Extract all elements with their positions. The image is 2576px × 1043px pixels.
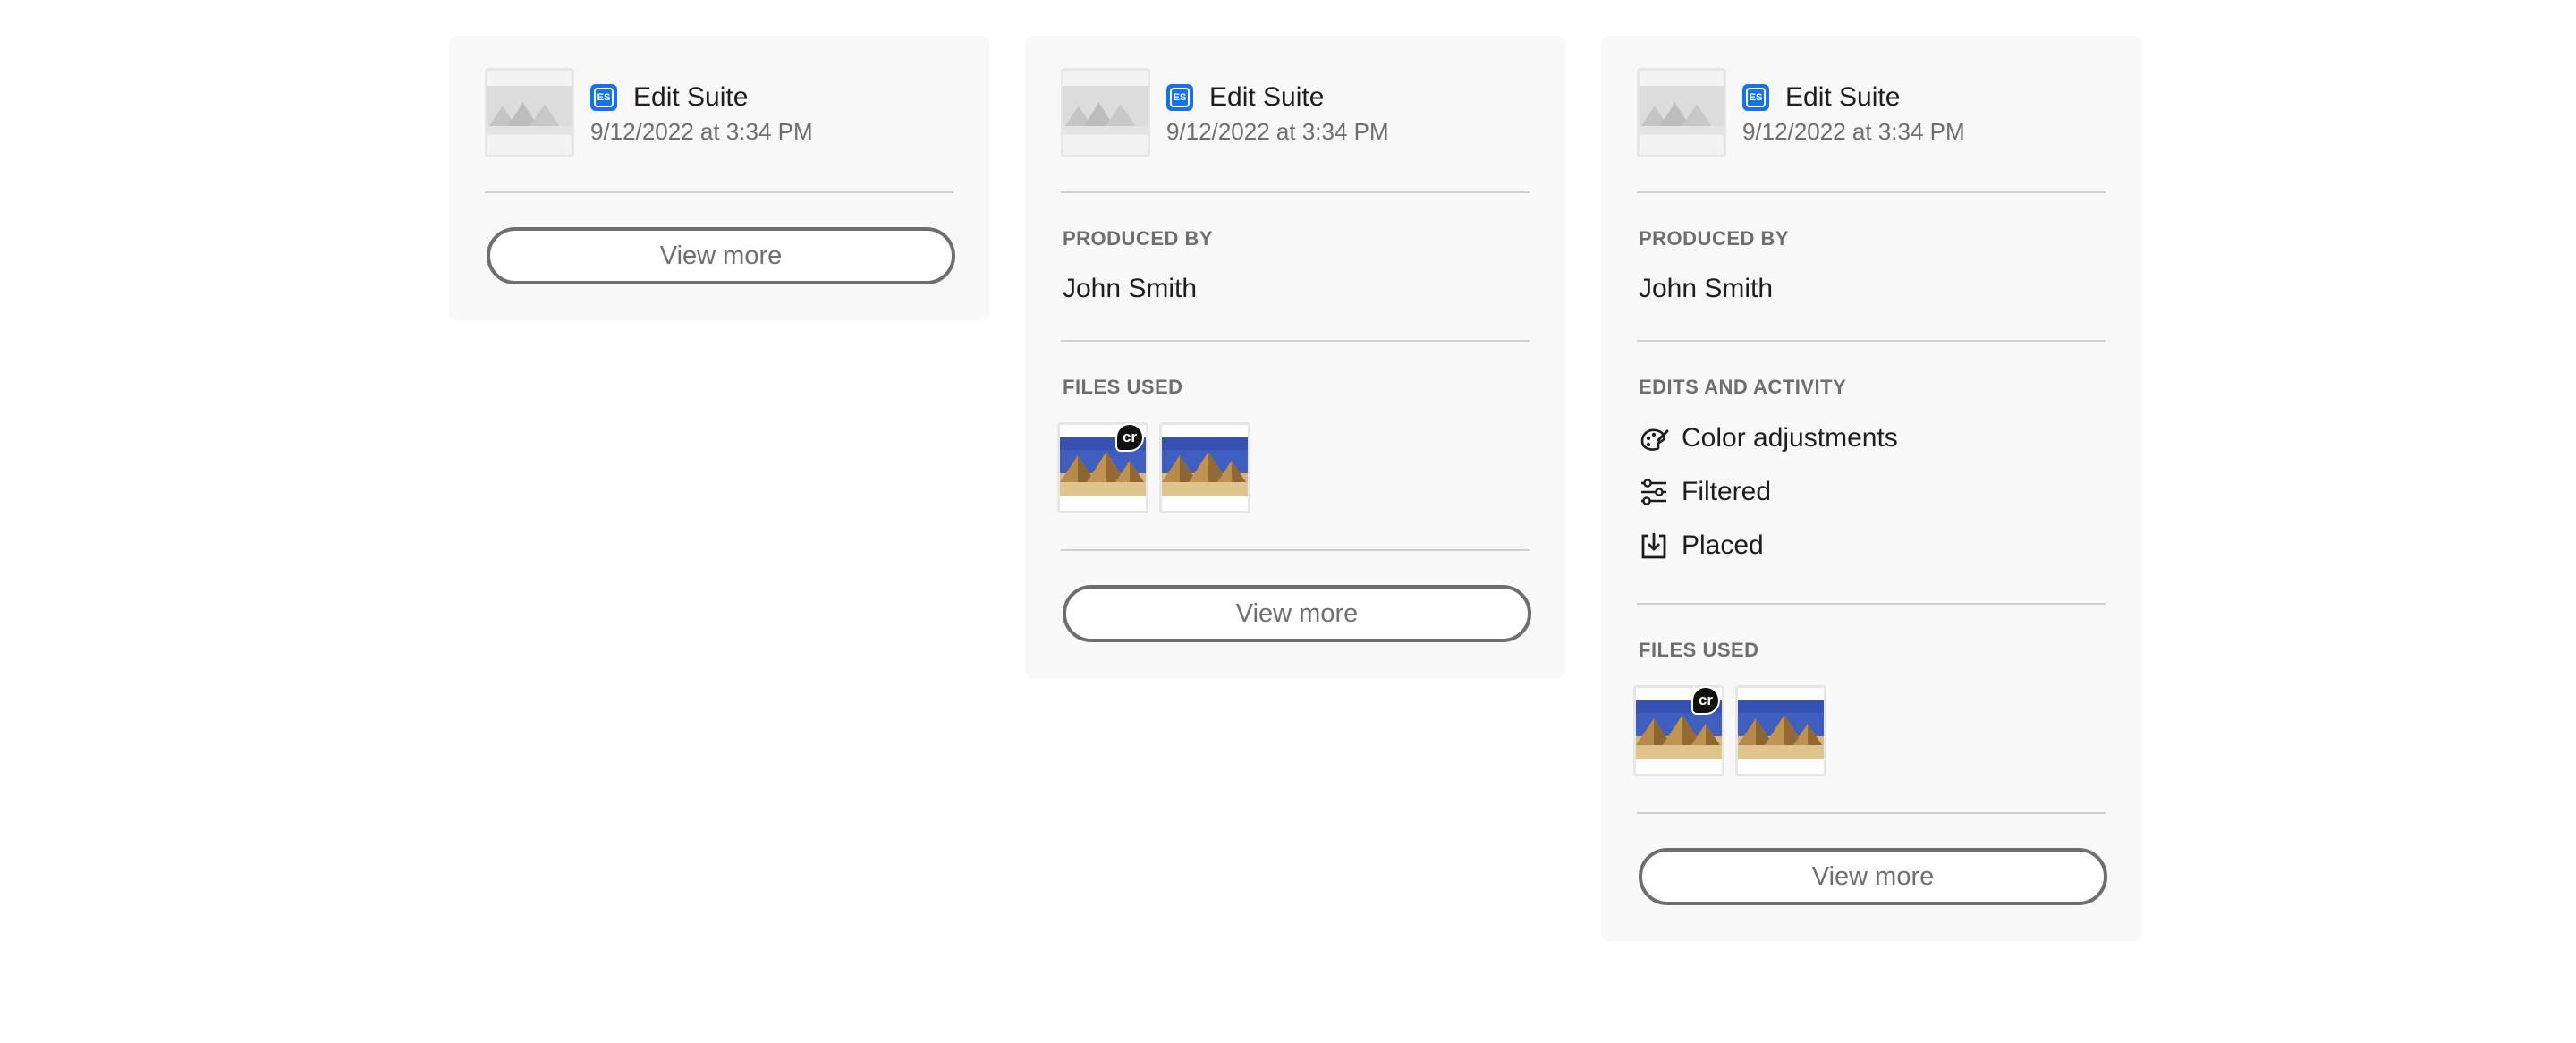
activity-item-filtered: Filtered <box>1639 465 2104 519</box>
credential-card-compact: ES Edit Suite 9/12/2022 at 3:34 PM View … <box>449 36 989 320</box>
content-credentials-cards: ES Edit Suite 9/12/2022 at 3:34 PM View … <box>0 0 2576 1043</box>
file-thumbnail[interactable] <box>1159 422 1250 513</box>
color-palette-icon <box>1639 423 1669 454</box>
view-more-button[interactable]: View more <box>487 227 955 284</box>
produced-by-section: PRODUCED BY John Smith <box>1637 193 2106 340</box>
card-header: ES Edit Suite 9/12/2022 at 3:34 PM <box>1061 68 1530 163</box>
produced-by-section: PRODUCED BY John Smith <box>1061 193 1530 340</box>
content-credentials-cr-icon: cr <box>1691 686 1720 715</box>
view-more-button[interactable]: View more <box>1063 585 1531 642</box>
asset-thumbnail <box>1637 68 1726 157</box>
faded-pyramids-thumbnail-icon <box>487 71 572 155</box>
sliders-icon <box>1639 477 1669 507</box>
edits-and-activity-label: EDITS AND ACTIVITY <box>1639 376 1847 398</box>
faded-pyramids-thumbnail-icon <box>1063 71 1148 155</box>
activity-item-placed: Placed <box>1639 519 2104 572</box>
edit-suite-app-icon: ES <box>1742 84 1769 111</box>
card-header: ES Edit Suite 9/12/2022 at 3:34 PM <box>1637 68 2106 163</box>
card-header: ES Edit Suite 9/12/2022 at 3:34 PM <box>485 68 953 163</box>
content-credentials-cr-icon: cr <box>1115 423 1144 452</box>
pyramids-image-icon <box>1738 700 1824 759</box>
signed-timestamp: 9/12/2022 at 3:34 PM <box>590 118 813 145</box>
asset-thumbnail <box>1061 68 1150 157</box>
file-thumbnail[interactable] <box>1735 685 1826 776</box>
view-more-button[interactable]: View more <box>1639 848 2107 905</box>
produced-by-label: PRODUCED BY <box>1639 227 1790 250</box>
activity-item-color-adjustments: Color adjustments <box>1639 411 2104 465</box>
activity-label: Color adjustments <box>1682 423 1898 453</box>
asset-thumbnail <box>485 68 574 157</box>
files-used-label: FILES USED <box>1063 376 1183 398</box>
activity-label: Filtered <box>1682 477 1772 506</box>
divider <box>1061 549 1530 551</box>
producer-name: John Smith <box>1063 274 1198 303</box>
signed-timestamp: 9/12/2022 at 3:34 PM <box>1166 118 1389 145</box>
faded-pyramids-thumbnail-icon <box>1640 71 1724 155</box>
app-name: Edit Suite <box>633 82 749 112</box>
files-used-list: cr <box>1633 685 2106 776</box>
app-name: Edit Suite <box>1209 82 1325 112</box>
file-thumbnail[interactable]: cr <box>1057 422 1148 513</box>
file-thumbnail[interactable]: cr <box>1633 685 1724 776</box>
divider <box>485 191 953 193</box>
pyramids-image-icon <box>1162 437 1248 496</box>
edits-and-activity-section: EDITS AND ACTIVITY Color adjustments Fil… <box>1637 342 2106 603</box>
signed-timestamp: 9/12/2022 at 3:34 PM <box>1742 118 1965 145</box>
credential-card-detailed: ES Edit Suite 9/12/2022 at 3:34 PM PRODU… <box>1601 36 2141 941</box>
producer-name: John Smith <box>1639 274 1774 303</box>
edit-suite-app-icon: ES <box>590 84 617 111</box>
activity-list: Color adjustments Filtered Placed <box>1639 411 2104 572</box>
activity-label: Placed <box>1682 530 1764 560</box>
produced-by-label: PRODUCED BY <box>1063 227 1214 250</box>
files-used-section: FILES USED cr <box>1633 605 2106 812</box>
edit-suite-app-icon: ES <box>1166 84 1193 111</box>
files-used-section: FILES USED cr <box>1057 342 1530 549</box>
files-used-list: cr <box>1057 422 1530 513</box>
divider <box>1637 812 2106 814</box>
app-name: Edit Suite <box>1785 82 1901 112</box>
files-used-label: FILES USED <box>1639 639 1759 661</box>
place-icon <box>1639 530 1669 561</box>
credential-card-medium: ES Edit Suite 9/12/2022 at 3:34 PM PRODU… <box>1025 36 1565 678</box>
